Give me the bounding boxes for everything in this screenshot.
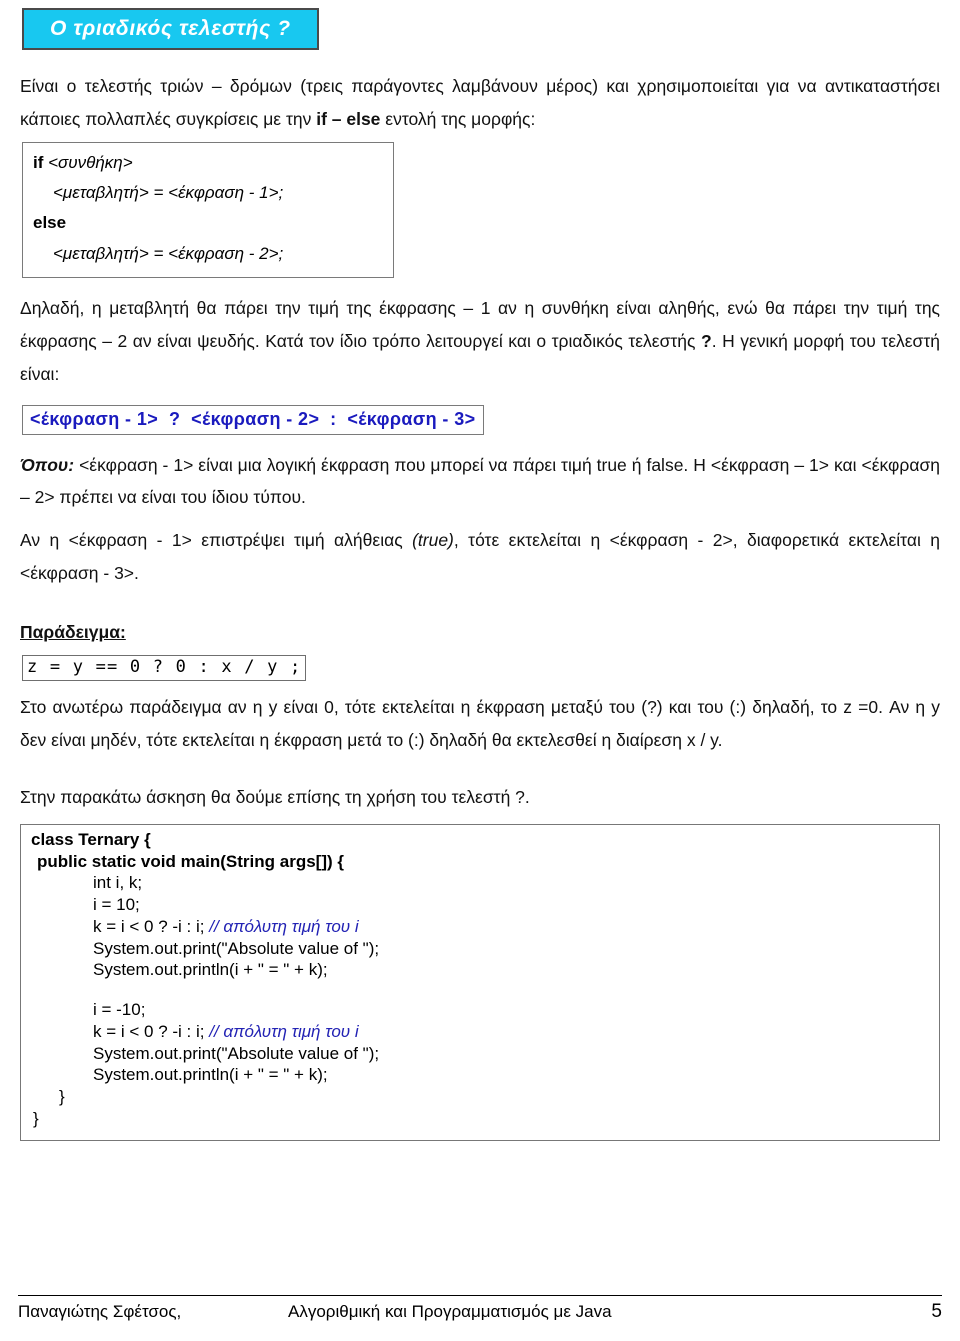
footer-row: Παναγιώτης Σφέτσος, Αλγοριθμική και Προγ…: [18, 1301, 942, 1323]
where-label: Όπου:: [20, 454, 75, 475]
rule-paragraph: Αν η <έκφραση - 1> επιστρέψει τιμή αλήθε…: [20, 524, 940, 590]
ternary-formula-box: <έκφραση - 1> ? <έκφραση - 2> : <έκφραση…: [22, 404, 484, 435]
intro-paragraph: Είναι ο τελεστής τριών – δρόμων (τρεις π…: [20, 70, 940, 136]
ifelse-pseudocode-box: if <συνθήκη> <μεταβλητή> = <έκφραση - 1>…: [22, 141, 394, 278]
footer-page-number: 5: [931, 1301, 942, 1322]
ternary-operator-symbol: ?: [701, 330, 712, 351]
java-ternary-expression-1: k = i < 0 ? -i : i;: [93, 916, 210, 936]
java-comment-1: // απόλυτη τιμή του i: [209, 916, 359, 936]
example-heading-wrap: Παράδειγμα:: [20, 616, 940, 649]
section-title-banner: Ο τριαδικός τελεστής ?: [22, 8, 319, 51]
document-page: Ο τριαδικός τελεστής ? Είναι ο τελεστής …: [0, 0, 960, 1341]
java-comment-2: // απόλυτη τιμή του i: [209, 1021, 359, 1041]
java-line-ternary-1: k = i < 0 ? -i : i; // απόλυτη τιμή του …: [21, 916, 939, 938]
java-line-println-2: System.out.println(i + " = " + k);: [93, 1065, 328, 1085]
rule-true-literal: (true): [412, 530, 454, 551]
example-heading: Παράδειγμα:: [20, 622, 126, 643]
ifelse-line-else: else: [33, 208, 383, 238]
footer-divider: [18, 1295, 942, 1296]
intro-keyword: if – else: [316, 108, 381, 129]
where-text: <έκφραση - 1> είναι μια λογική έκφραση π…: [20, 454, 940, 508]
java-ternary-expression-2: k = i < 0 ? -i : i;: [93, 1021, 210, 1041]
java-line-print-2: System.out.print("Absolute value of ");: [93, 1043, 380, 1063]
keyword-if: if: [33, 152, 44, 172]
java-line-print-1: System.out.print("Absolute value of ");: [93, 938, 380, 958]
java-line-println-1: System.out.println(i + " = " + k);: [93, 960, 328, 980]
keyword-else: else: [33, 213, 67, 233]
ifelse-line-assign-1: <μεταβλητή> = <έκφραση - 1>;: [53, 183, 284, 203]
ifelse-line-assign-2: <μεταβλητή> = <έκφραση - 2>;: [53, 243, 284, 263]
where-paragraph: Όπου: <έκφραση - 1> είναι μια λογική έκφ…: [20, 449, 940, 515]
java-line-assign-i-neg10: i = -10;: [93, 1000, 146, 1020]
ifelse-line-if: if <συνθήκη>: [33, 148, 383, 178]
page-footer: Παναγιώτης Σφέτσος, Αλγοριθμική και Προγ…: [18, 1295, 942, 1323]
explanation-paragraph-1: Δηλαδή, η μεταβλητή θα πάρει την τιμή τη…: [20, 292, 940, 391]
java-code-listing: class Ternary { public static void main(…: [20, 823, 940, 1141]
java-line-main-decl: public static void main(String args[]) {: [37, 851, 344, 871]
java-line-close-outer: }: [33, 1108, 39, 1128]
footer-book-title: Αλγοριθμική και Προγραμματισμός με Java: [288, 1302, 612, 1321]
example-code-box: z = y == 0 ? 0 : x / y ;: [22, 655, 307, 682]
exercise-intro: Στην παρακάτω άσκηση θα δούμε επίσης τη …: [20, 787, 530, 808]
java-line-ternary-2: k = i < 0 ? -i : i; // απόλυτη τιμή του …: [21, 1021, 939, 1043]
footer-author: Παναγιώτης Σφέτσος,: [18, 1302, 182, 1321]
intro-text-part2: εντολή της μορφής:: [380, 108, 536, 129]
rule-text-part1: Αν η <έκφραση - 1> επιστρέψει τιμή αλήθε…: [20, 530, 413, 551]
java-line-class-decl: class Ternary {: [31, 829, 151, 849]
java-line-assign-i-10: i = 10;: [93, 895, 140, 915]
example-explanation: Στο ανωτέρω παράδειγμα αν η y είναι 0, τ…: [20, 697, 940, 751]
java-line-var-decl: int i, k;: [93, 873, 143, 893]
condition-text: <συνθήκη>: [48, 152, 133, 172]
java-line-blank: [21, 981, 939, 999]
java-line-close-inner: }: [59, 1087, 65, 1107]
